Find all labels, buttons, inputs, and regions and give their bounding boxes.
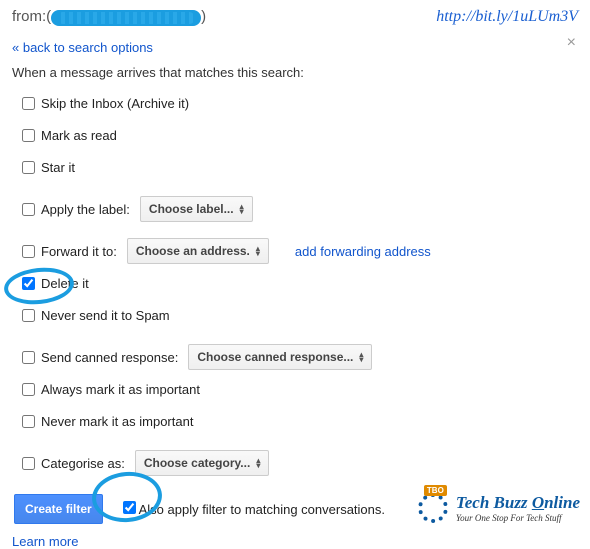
updown-icon: ▴▾ [256, 458, 260, 468]
categorise-checkbox[interactable] [22, 457, 35, 470]
category-dropdown[interactable]: Choose category... ▴▾ [135, 450, 270, 476]
brand-badge: TBO [424, 485, 447, 496]
delete-it-checkbox[interactable] [22, 277, 35, 290]
updown-icon: ▴▾ [256, 246, 260, 256]
forward-checkbox[interactable] [22, 245, 35, 258]
brand-logo-icon: TBO [416, 491, 450, 525]
star-it-checkbox[interactable] [22, 161, 35, 174]
always-important-checkbox[interactable] [22, 383, 35, 396]
source-url: http://bit.ly/1uLUm3V [436, 8, 578, 26]
intro-text: When a message arrives that matches this… [12, 65, 578, 80]
category-dropdown-text: Choose category... [144, 456, 250, 470]
brand-watermark: TBO Tech Buzz Online Your One Stop For T… [416, 491, 580, 525]
back-to-search-link[interactable]: « back to search options [12, 40, 153, 55]
apply-label-checkbox[interactable] [22, 203, 35, 216]
canned-dropdown-text: Choose canned response... [197, 350, 353, 364]
address-dropdown[interactable]: Choose an address. ▴▾ [127, 238, 269, 264]
close-icon[interactable]: × [567, 34, 576, 52]
brand-title: Tech Buzz Online [456, 493, 580, 513]
label-dropdown-text: Choose label... [149, 202, 234, 216]
redacted-email [51, 10, 201, 26]
from-label: from:( [12, 8, 51, 25]
add-forwarding-link[interactable]: add forwarding address [295, 244, 431, 259]
mark-read-checkbox[interactable] [22, 129, 35, 142]
delete-it-label: Delete it [41, 276, 89, 291]
label-dropdown[interactable]: Choose label... ▴▾ [140, 196, 253, 222]
never-important-label: Never mark it as important [41, 414, 193, 429]
skip-inbox-checkbox[interactable] [22, 97, 35, 110]
address-dropdown-text: Choose an address. [136, 244, 250, 258]
canned-checkbox[interactable] [22, 351, 35, 364]
brand-subtitle: Your One Stop For Tech Stuff [456, 513, 580, 523]
mark-read-label: Mark as read [41, 128, 117, 143]
also-apply-checkbox[interactable] [123, 501, 136, 514]
forward-label: Forward it to: [41, 244, 117, 259]
skip-inbox-label: Skip the Inbox (Archive it) [41, 96, 189, 111]
never-spam-checkbox[interactable] [22, 309, 35, 322]
always-important-label: Always mark it as important [41, 382, 200, 397]
categorise-label: Categorise as: [41, 456, 125, 471]
create-filter-button[interactable]: Create filter [14, 494, 103, 524]
canned-label: Send canned response: [41, 350, 178, 365]
star-it-label: Star it [41, 160, 75, 175]
also-apply-label: Also apply filter to matching conversati… [139, 502, 385, 517]
from-close: ) [201, 8, 206, 25]
never-spam-label: Never send it to Spam [41, 308, 170, 323]
updown-icon: ▴▾ [240, 204, 244, 214]
canned-dropdown[interactable]: Choose canned response... ▴▾ [188, 344, 372, 370]
updown-icon: ▴▾ [359, 352, 363, 362]
never-important-checkbox[interactable] [22, 415, 35, 428]
apply-label-label: Apply the label: [41, 202, 130, 217]
